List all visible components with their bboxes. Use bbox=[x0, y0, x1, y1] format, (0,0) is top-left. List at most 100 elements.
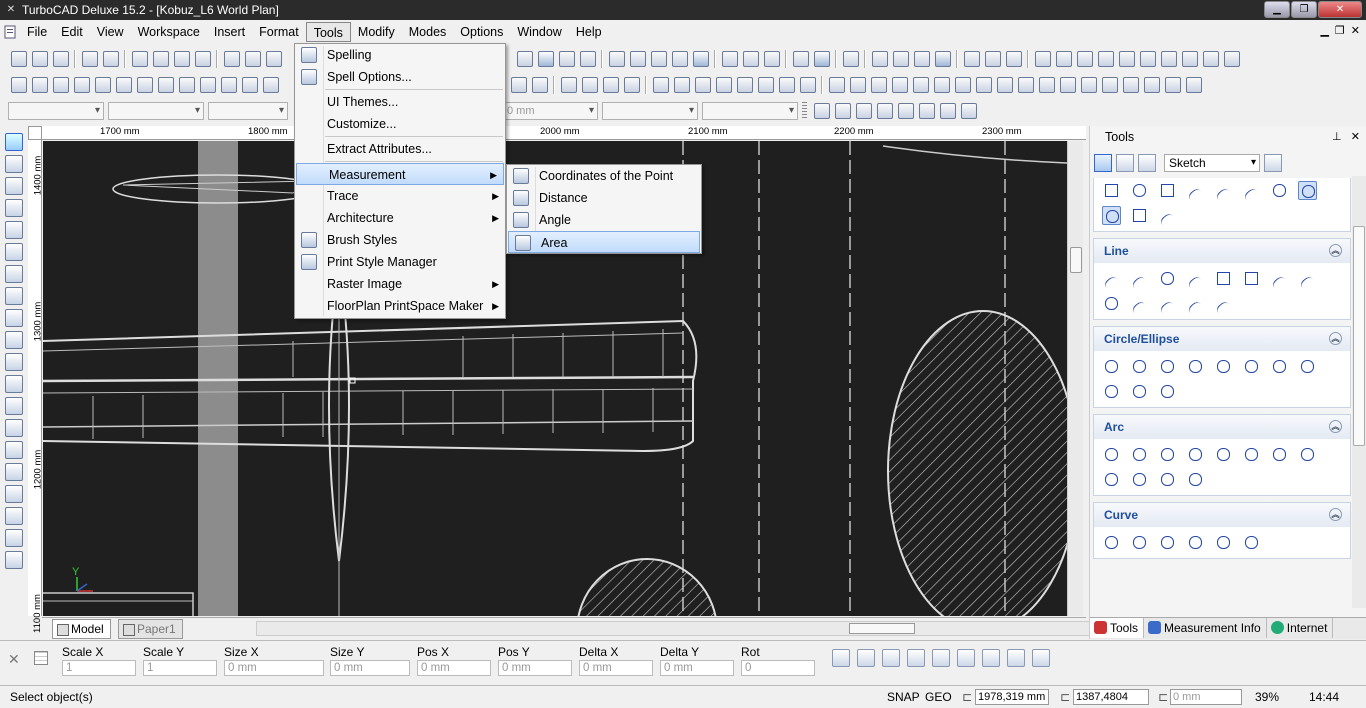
tangent-arc-line-icon[interactable] bbox=[1102, 294, 1121, 313]
point-star-icon[interactable] bbox=[1270, 181, 1289, 200]
pin-icon[interactable]: ⊥ bbox=[1332, 131, 1342, 143]
layers-icon[interactable] bbox=[721, 51, 738, 67]
page-setup-icon[interactable] bbox=[792, 51, 809, 67]
line-icon[interactable] bbox=[5, 177, 23, 195]
pattern-combo[interactable] bbox=[602, 102, 698, 120]
sweep-icon[interactable] bbox=[199, 77, 216, 93]
arc-fixed-icon[interactable] bbox=[1130, 470, 1149, 489]
delta-x-input[interactable]: 0 mm bbox=[579, 660, 653, 676]
arc-tangent-icon[interactable] bbox=[1214, 445, 1233, 464]
point-triangle-icon[interactable] bbox=[1158, 181, 1177, 200]
menu-item-coordinates-of-point[interactable]: Coordinates of the Point bbox=[507, 165, 701, 187]
open-icon[interactable] bbox=[31, 51, 48, 67]
pen-icon[interactable] bbox=[882, 649, 900, 667]
snap-free-icon[interactable] bbox=[813, 103, 830, 119]
view-back-icon[interactable] bbox=[1118, 51, 1135, 67]
light-icon[interactable] bbox=[1005, 51, 1022, 67]
matrix-copy-icon[interactable] bbox=[715, 77, 732, 93]
construction-line-icon[interactable] bbox=[1214, 294, 1233, 313]
spline-icon[interactable] bbox=[1102, 533, 1121, 552]
explode-icon[interactable] bbox=[778, 77, 795, 93]
node-edit-icon[interactable] bbox=[1101, 77, 1118, 93]
extend-icon[interactable] bbox=[849, 77, 866, 93]
ellipse-rotated-icon[interactable] bbox=[1130, 382, 1149, 401]
circle-2-points-icon[interactable] bbox=[1158, 357, 1177, 376]
snap-tangent2-icon[interactable] bbox=[960, 103, 977, 119]
group-tool-icon[interactable] bbox=[5, 529, 23, 547]
document-icon[interactable] bbox=[2, 24, 18, 40]
circle-tangent-arc-icon[interactable] bbox=[1242, 357, 1261, 376]
palette-scrollbar[interactable] bbox=[1352, 176, 1366, 608]
stamp-icon[interactable] bbox=[907, 649, 925, 667]
corner-icon[interactable] bbox=[1059, 77, 1076, 93]
thickness-combo[interactable]: 0 mm bbox=[502, 102, 598, 120]
curve-icon[interactable] bbox=[5, 287, 23, 305]
layer-manager-icon[interactable] bbox=[742, 51, 759, 67]
view-pan-icon[interactable] bbox=[671, 51, 688, 67]
linear-copy-icon[interactable] bbox=[694, 77, 711, 93]
collapse-icon[interactable]: ︽ bbox=[1329, 332, 1342, 345]
menu-item-trace[interactable]: Trace ▶ bbox=[295, 185, 505, 207]
menu-format[interactable]: Format bbox=[252, 22, 306, 42]
revolve-icon[interactable] bbox=[178, 77, 195, 93]
circle-center-icon[interactable] bbox=[1102, 357, 1121, 376]
render-draft-icon[interactable] bbox=[913, 51, 930, 67]
move-icon[interactable] bbox=[560, 77, 577, 93]
zoom-all-icon[interactable] bbox=[1007, 649, 1025, 667]
reshape-icon[interactable] bbox=[1122, 77, 1139, 93]
scale-x-input[interactable]: 1 bbox=[62, 660, 136, 676]
point-omega-icon[interactable] bbox=[1102, 206, 1121, 225]
close-icon[interactable]: ✕ bbox=[1318, 1, 1362, 18]
circle-icon[interactable] bbox=[5, 243, 23, 261]
symbol-icon[interactable] bbox=[5, 441, 23, 459]
view-top-icon[interactable] bbox=[1034, 51, 1051, 67]
menu-tools[interactable]: Tools bbox=[305, 22, 351, 42]
mesh-icon[interactable] bbox=[963, 51, 980, 67]
spiral-icon[interactable] bbox=[1186, 533, 1205, 552]
arc-double-point-icon[interactable] bbox=[1158, 445, 1177, 464]
delta-y-input[interactable]: 0 mm bbox=[660, 660, 734, 676]
fillet-icon[interactable] bbox=[975, 77, 992, 93]
arc-concentric-icon[interactable] bbox=[1130, 445, 1149, 464]
zoom-previous-icon[interactable] bbox=[1032, 649, 1050, 667]
arc-tangent-to-icon[interactable] bbox=[1298, 445, 1317, 464]
rotation-input[interactable]: 0 bbox=[741, 660, 815, 676]
print-icon[interactable] bbox=[81, 51, 98, 67]
toolbar-grip[interactable] bbox=[802, 102, 807, 120]
insert-icon[interactable] bbox=[5, 397, 23, 415]
menu-help[interactable]: Help bbox=[569, 22, 609, 42]
prism-icon[interactable] bbox=[136, 77, 153, 93]
polyline-icon[interactable] bbox=[5, 309, 23, 327]
scrollbar-thumb[interactable] bbox=[849, 623, 915, 634]
point-offset-icon[interactable] bbox=[1242, 181, 1261, 200]
polygon-line-icon[interactable] bbox=[1158, 269, 1177, 288]
point-measure-icon[interactable] bbox=[1130, 206, 1149, 225]
snap-intersection-icon[interactable] bbox=[939, 103, 956, 119]
select-arrow-icon[interactable] bbox=[5, 133, 23, 151]
snap-center-icon[interactable] bbox=[897, 103, 914, 119]
save-icon[interactable] bbox=[52, 51, 69, 67]
menu-workspace[interactable]: Workspace bbox=[131, 22, 207, 42]
dimension-icon[interactable] bbox=[5, 419, 23, 437]
radial-copy-icon[interactable] bbox=[673, 77, 690, 93]
ellipse-icon[interactable] bbox=[1102, 382, 1121, 401]
maximize-icon[interactable]: ❐ bbox=[1291, 1, 1317, 18]
snap-middle-icon[interactable] bbox=[876, 103, 893, 119]
scrollbar-thumb[interactable] bbox=[1353, 226, 1365, 446]
meet-icon[interactable] bbox=[996, 77, 1013, 93]
menu-item-extract-attributes[interactable]: Extract Attributes... bbox=[295, 138, 505, 160]
snap-toggle-icon[interactable] bbox=[857, 649, 875, 667]
join-icon[interactable] bbox=[912, 77, 929, 93]
grid-icon[interactable] bbox=[516, 51, 533, 67]
copy-icon[interactable] bbox=[152, 51, 169, 67]
menu-item-brush-styles[interactable]: Brush Styles bbox=[295, 229, 505, 251]
bisector-line-icon[interactable] bbox=[1158, 294, 1177, 313]
menu-item-measurement[interactable]: Measurement ▶ bbox=[296, 163, 504, 185]
circle-3-points-icon[interactable] bbox=[1186, 357, 1205, 376]
new-icon[interactable] bbox=[10, 51, 27, 67]
menu-item-architecture[interactable]: Architecture ▶ bbox=[295, 207, 505, 229]
collapse-icon[interactable]: ︽ bbox=[1329, 244, 1342, 257]
arc-center-icon[interactable] bbox=[1102, 445, 1121, 464]
scale-icon[interactable] bbox=[602, 77, 619, 93]
mdi-restore-icon[interactable]: ❐ bbox=[1335, 24, 1345, 37]
